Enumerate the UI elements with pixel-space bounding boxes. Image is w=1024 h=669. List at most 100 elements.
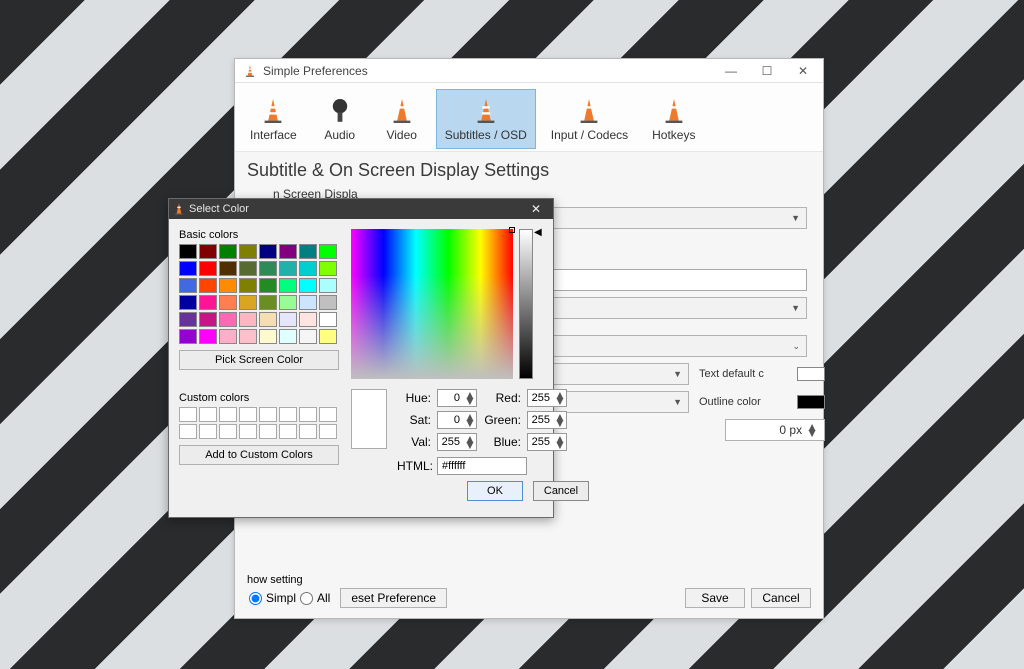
tab-subtitles-osd[interactable]: Subtitles / OSD [436, 89, 536, 149]
text-default-color-swatch[interactable] [797, 367, 825, 381]
basic-color-swatch[interactable] [219, 329, 237, 344]
maximize-button[interactable]: ☐ [749, 64, 785, 78]
custom-color-slot[interactable] [319, 424, 337, 439]
cancel-button[interactable]: Cancel [751, 588, 811, 608]
basic-color-swatch[interactable] [219, 244, 237, 259]
outline-color-label: Outline color [699, 396, 787, 408]
basic-color-swatch[interactable] [199, 261, 217, 276]
basic-color-swatch[interactable] [199, 244, 217, 259]
hue-stepper[interactable]: ▲▼ [437, 389, 477, 407]
basic-color-swatch[interactable] [219, 312, 237, 327]
custom-color-slot[interactable] [319, 407, 337, 422]
basic-color-swatch[interactable] [199, 312, 217, 327]
basic-color-swatch[interactable] [199, 295, 217, 310]
basic-color-swatch[interactable] [179, 312, 197, 327]
basic-color-swatch[interactable] [279, 261, 297, 276]
pick-screen-color-button[interactable]: Pick Screen Color [179, 350, 339, 370]
add-to-custom-colors-button[interactable]: Add to Custom Colors [179, 445, 339, 465]
custom-color-slot[interactable] [179, 407, 197, 422]
val-stepper[interactable]: ▲▼ [437, 433, 477, 451]
custom-color-slot[interactable] [299, 424, 317, 439]
basic-color-swatch[interactable] [259, 312, 277, 327]
custom-color-slot[interactable] [279, 407, 297, 422]
sat-stepper[interactable]: ▲▼ [437, 411, 477, 429]
color-close-button[interactable]: ✕ [523, 202, 549, 216]
basic-color-swatch[interactable] [279, 312, 297, 327]
basic-color-swatch[interactable] [299, 244, 317, 259]
reset-preferences-button[interactable]: eset Preference [340, 588, 447, 608]
outline-color-swatch[interactable] [797, 395, 825, 409]
basic-color-swatch[interactable] [219, 295, 237, 310]
basic-color-swatch[interactable] [239, 295, 257, 310]
shadow-offset-value: 0 px [779, 423, 802, 437]
basic-color-swatch[interactable] [219, 261, 237, 276]
blue-stepper[interactable]: ▲▼ [527, 433, 567, 451]
basic-color-swatch[interactable] [299, 261, 317, 276]
custom-color-slot[interactable] [219, 424, 237, 439]
custom-color-slot[interactable] [239, 407, 257, 422]
custom-color-slot[interactable] [259, 407, 277, 422]
basic-color-swatch[interactable] [279, 295, 297, 310]
shadow-offset-stepper[interactable]: 0 px ▲▼ [725, 419, 825, 441]
basic-color-swatch[interactable] [319, 261, 337, 276]
custom-color-slot[interactable] [279, 424, 297, 439]
basic-color-swatch[interactable] [199, 329, 217, 344]
basic-color-swatch[interactable] [279, 329, 297, 344]
save-button[interactable]: Save [685, 588, 745, 608]
basic-color-swatch[interactable] [319, 312, 337, 327]
tab-video[interactable]: Video [374, 89, 430, 149]
radio-all[interactable] [300, 592, 313, 605]
custom-color-slot[interactable] [219, 407, 237, 422]
basic-color-swatch[interactable] [259, 261, 277, 276]
basic-color-swatch[interactable] [299, 278, 317, 293]
basic-color-swatch[interactable] [239, 329, 257, 344]
basic-color-swatch[interactable] [259, 278, 277, 293]
basic-color-swatch[interactable] [179, 329, 197, 344]
basic-color-swatch[interactable] [279, 278, 297, 293]
basic-color-swatch[interactable] [319, 278, 337, 293]
custom-color-slot[interactable] [239, 424, 257, 439]
basic-color-swatch[interactable] [179, 244, 197, 259]
basic-color-swatch[interactable] [259, 295, 277, 310]
basic-color-swatch[interactable] [319, 295, 337, 310]
color-cancel-button[interactable]: Cancel [533, 481, 589, 501]
basic-color-swatch[interactable] [319, 244, 337, 259]
basic-color-swatch[interactable] [279, 244, 297, 259]
custom-color-slot[interactable] [199, 424, 217, 439]
green-stepper[interactable]: ▲▼ [527, 411, 567, 429]
basic-color-swatch[interactable] [319, 329, 337, 344]
basic-color-swatch[interactable] [299, 312, 317, 327]
tab-hotkeys[interactable]: Hotkeys [643, 89, 704, 149]
close-button[interactable]: ✕ [785, 64, 821, 78]
radio-simple[interactable] [249, 592, 262, 605]
tab-input-codecs[interactable]: Input / Codecs [542, 89, 637, 149]
basic-color-swatch[interactable] [219, 278, 237, 293]
text-default-color-label: Text default c [699, 368, 787, 380]
hue-sat-picker[interactable] [351, 229, 513, 379]
value-slider-thumb[interactable]: ◀ [534, 227, 542, 238]
custom-color-slot[interactable] [199, 407, 217, 422]
basic-color-swatch[interactable] [239, 244, 257, 259]
html-color-field[interactable] [437, 457, 527, 475]
minimize-button[interactable]: — [713, 64, 749, 78]
basic-color-swatch[interactable] [179, 278, 197, 293]
basic-color-swatch[interactable] [179, 261, 197, 276]
red-stepper[interactable]: ▲▼ [527, 389, 567, 407]
custom-color-slot[interactable] [299, 407, 317, 422]
basic-color-swatch[interactable] [299, 329, 317, 344]
custom-color-slot[interactable] [259, 424, 277, 439]
basic-color-swatch[interactable] [259, 244, 277, 259]
basic-color-swatch[interactable] [299, 295, 317, 310]
tab-audio[interactable]: Audio [312, 89, 368, 149]
basic-color-swatch[interactable] [199, 278, 217, 293]
basic-color-swatch[interactable] [259, 329, 277, 344]
value-slider[interactable]: ◀ [519, 229, 533, 379]
custom-color-slot[interactable] [179, 424, 197, 439]
chevron-down-icon: ▼ [673, 369, 682, 379]
basic-color-swatch[interactable] [179, 295, 197, 310]
basic-color-swatch[interactable] [239, 278, 257, 293]
ok-button[interactable]: OK [467, 481, 523, 501]
basic-color-swatch[interactable] [239, 312, 257, 327]
tab-interface[interactable]: Interface [241, 89, 306, 149]
basic-color-swatch[interactable] [239, 261, 257, 276]
